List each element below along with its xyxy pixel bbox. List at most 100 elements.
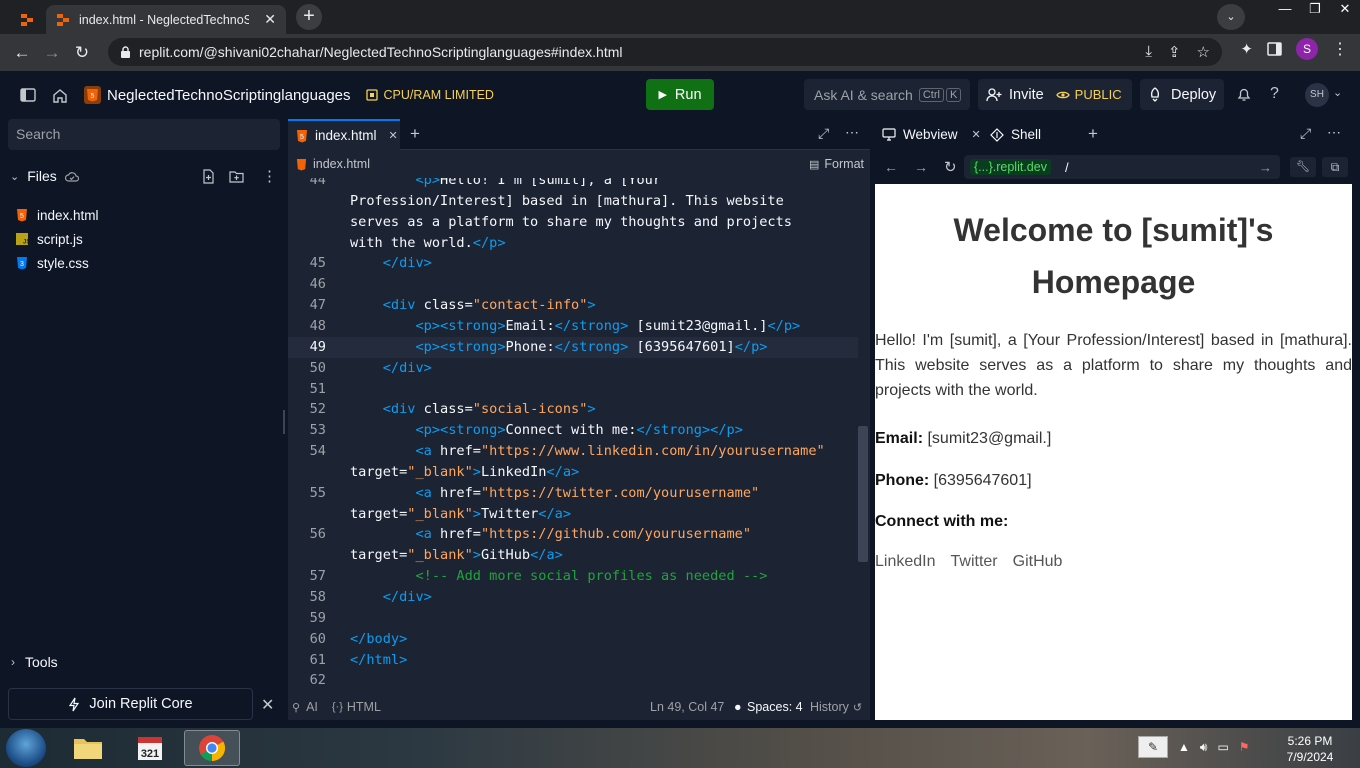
- ai-status[interactable]: ⚲ AI: [292, 700, 318, 714]
- repl-name[interactable]: NeglectedTechnoScriptinglanguages: [107, 87, 351, 104]
- close-tab-icon[interactable]: ✕: [264, 11, 276, 28]
- open-new-tab-icon[interactable]: ⧉: [1322, 157, 1348, 177]
- code-line[interactable]: 48 <p><strong>Email:</strong> [sumit23@g…: [288, 316, 858, 337]
- chrome-icon[interactable]: [184, 730, 240, 766]
- code-line[interactable]: 45 </div>: [288, 253, 858, 274]
- invite-button[interactable]: Invite PUBLIC: [978, 79, 1132, 110]
- format-button[interactable]: ▤ Format: [809, 157, 864, 171]
- file-explorer-icon[interactable]: [60, 730, 116, 766]
- github-link[interactable]: GitHub: [1013, 553, 1063, 571]
- bell-icon[interactable]: [1237, 87, 1251, 102]
- tab-webview[interactable]: Webview ✕: [882, 119, 981, 150]
- code-line[interactable]: target="_blank">Twitter</a>: [288, 504, 858, 525]
- forward-arrow-icon[interactable]: →: [914, 159, 928, 175]
- close-icon[interactable]: ✕: [261, 695, 274, 715]
- cursor-position[interactable]: Ln 49, Col 47: [650, 700, 724, 714]
- code-line[interactable]: 57 <!-- Add more social profiles as need…: [288, 566, 858, 587]
- code-line[interactable]: 62: [288, 670, 858, 691]
- code-line[interactable]: 59: [288, 608, 858, 629]
- browser-tab-pinned[interactable]: [8, 5, 46, 34]
- linkedin-link[interactable]: LinkedIn: [875, 553, 936, 571]
- history-button[interactable]: History ↺: [810, 700, 862, 714]
- new-folder-icon[interactable]: [229, 170, 244, 183]
- code-line[interactable]: Profession/Interest] based in [mathura].…: [288, 191, 858, 212]
- volume-icon[interactable]: 🔊︎: [1200, 740, 1208, 755]
- code-line[interactable]: 58 </div>: [288, 587, 858, 608]
- address-bar[interactable]: replit.com/@shivani02chahar/NeglectedTec…: [108, 38, 1222, 66]
- back-arrow-icon[interactable]: ←: [7, 43, 37, 63]
- run-button[interactable]: ▶ Run: [646, 79, 714, 110]
- cpu-limit-badge[interactable]: CPU/RAM LIMITED: [365, 88, 494, 102]
- code-line[interactable]: 55 <a href="https://twitter.com/youruser…: [288, 483, 858, 504]
- code-line[interactable]: with the world.</p>: [288, 233, 858, 254]
- webview-url-bar[interactable]: {...}.replit.dev / →: [964, 155, 1280, 179]
- file-item-index-html[interactable]: 5 index.html: [16, 204, 99, 226]
- breadcrumb-file[interactable]: index.html: [313, 157, 370, 171]
- more-options-icon[interactable]: ⋯: [845, 124, 859, 141]
- code-line[interactable]: 54 <a href="https://www.linkedin.com/in/…: [288, 441, 858, 462]
- code-line[interactable]: target="_blank">GitHub</a>: [288, 545, 858, 566]
- add-tab-icon[interactable]: +: [410, 124, 420, 144]
- help-icon[interactable]: ?: [1270, 85, 1279, 103]
- join-replit-core-button[interactable]: Join Replit Core: [8, 688, 253, 720]
- kebab-menu-icon[interactable]: ⋮: [262, 167, 277, 185]
- forward-arrow-icon[interactable]: →: [37, 43, 67, 63]
- add-tab-icon[interactable]: +: [1088, 124, 1098, 144]
- reload-icon[interactable]: ↻: [944, 158, 957, 176]
- tray-expand-icon[interactable]: ▲: [1178, 740, 1190, 754]
- code-line[interactable]: 50 </div>: [288, 358, 858, 379]
- expand-icon[interactable]: ⤢: [818, 125, 829, 142]
- ask-ai-search[interactable]: Ask AI & search Ctrl K: [804, 79, 970, 110]
- file-item-script-js[interactable]: JS script.js: [16, 228, 83, 250]
- chevron-down-icon[interactable]: ⌄: [1333, 86, 1342, 99]
- new-file-icon[interactable]: [202, 168, 215, 184]
- more-options-icon[interactable]: ⋯: [1327, 124, 1341, 141]
- code-line[interactable]: 53 <p><strong>Connect with me:</strong><…: [288, 420, 858, 441]
- windows-start-button[interactable]: [6, 729, 46, 767]
- install-app-icon[interactable]: ⤓: [1145, 43, 1152, 61]
- calendar-app-icon[interactable]: 321: [122, 730, 178, 766]
- go-arrow-icon[interactable]: →: [1259, 160, 1272, 175]
- close-icon[interactable]: ✕: [972, 128, 981, 141]
- code-line[interactable]: 60 </body>: [288, 629, 858, 650]
- share-icon[interactable]: ⇪: [1168, 43, 1181, 61]
- side-panel-icon[interactable]: [1267, 42, 1282, 56]
- system-clock[interactable]: 5:26 PM 7/9/2024: [1280, 733, 1340, 765]
- back-arrow-icon[interactable]: ←: [884, 159, 898, 175]
- profile-avatar[interactable]: S: [1296, 38, 1318, 60]
- code-line[interactable]: 51: [288, 379, 858, 400]
- code-area[interactable]: 44 <p>Hello! I'm [sumit], a [Your Profess…: [288, 178, 858, 691]
- code-line[interactable]: 49 <p><strong>Phone:</strong> [639564760…: [288, 337, 858, 358]
- user-avatar[interactable]: SH: [1305, 83, 1329, 107]
- code-line[interactable]: 44 <p>Hello! I'm [sumit], a [Your: [288, 178, 858, 191]
- editor-tab-index-html[interactable]: 5 index.html ✕: [288, 119, 400, 150]
- restore-button[interactable]: ❐: [1300, 0, 1330, 18]
- code-line[interactable]: 61 </html>: [288, 650, 858, 671]
- files-section-header[interactable]: ⌄ Files ⋮: [8, 165, 280, 187]
- code-line[interactable]: 52 <div class="social-icons">: [288, 399, 858, 420]
- bookmark-star-icon[interactable]: ☆: [1197, 43, 1210, 61]
- minimize-button[interactable]: —: [1270, 0, 1300, 18]
- public-badge[interactable]: PUBLIC: [1055, 87, 1122, 102]
- kebab-menu-icon[interactable]: ⋮: [1332, 39, 1348, 59]
- deploy-button[interactable]: Deploy: [1140, 79, 1224, 110]
- twitter-link[interactable]: Twitter: [951, 553, 998, 571]
- sidebar-toggle-icon[interactable]: [20, 88, 36, 102]
- network-icon[interactable]: ▭: [1217, 740, 1228, 754]
- code-line[interactable]: 56 <a href="https://github.com/yourusern…: [288, 524, 858, 545]
- file-item-style-css[interactable]: 3 style.css: [16, 252, 89, 274]
- close-icon[interactable]: ✕: [389, 129, 398, 142]
- new-tab-button[interactable]: +: [296, 4, 322, 30]
- browser-tab-active[interactable]: index.html - NeglectedTechnoScr ✕: [46, 5, 286, 34]
- home-icon[interactable]: [52, 88, 68, 103]
- language-status[interactable]: {·} HTML: [332, 700, 381, 714]
- pen-input-icon[interactable]: ✎: [1138, 736, 1168, 758]
- code-line[interactable]: 47 <div class="contact-info">: [288, 295, 858, 316]
- extensions-puzzle-icon[interactable]: ✦: [1240, 40, 1253, 58]
- indent-setting[interactable]: Spaces: 4: [747, 700, 803, 714]
- action-center-icon[interactable]: ⚑: [1239, 740, 1250, 754]
- chevron-down-icon[interactable]: ⌄: [1217, 4, 1245, 30]
- expand-icon[interactable]: ⤢: [1300, 125, 1311, 142]
- reload-icon[interactable]: ↻: [67, 43, 97, 63]
- devtools-wrench-icon[interactable]: 🔧︎: [1290, 157, 1316, 177]
